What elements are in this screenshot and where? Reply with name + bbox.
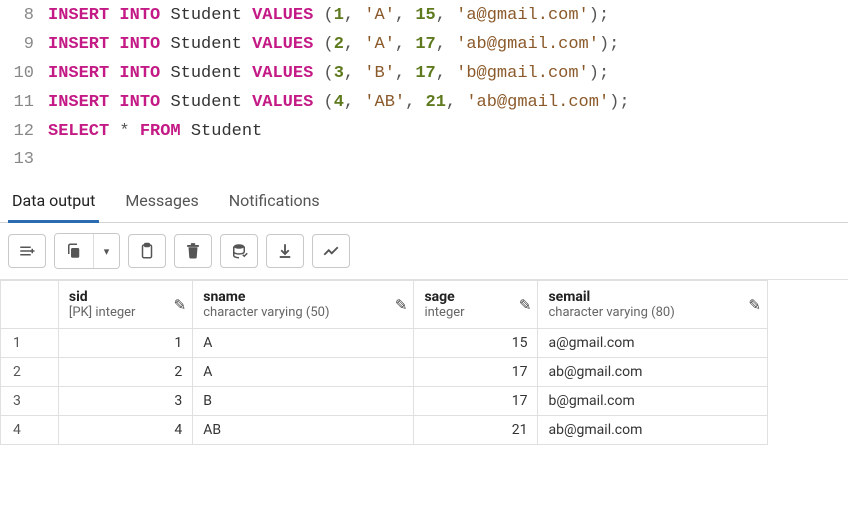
code-line[interactable]: 13 [0,146,848,175]
code-content[interactable]: INSERT INTO Student VALUES (4, 'AB', 21,… [48,89,848,118]
cell-sname[interactable]: AB [193,416,414,445]
tab-data-output[interactable]: Data output [8,183,99,223]
download-button[interactable] [266,234,304,268]
cell-sage[interactable]: 17 [414,387,538,416]
table-row[interactable]: 44AB21ab@gmail.com [1,416,768,445]
cell-sage[interactable]: 15 [414,329,538,358]
row-number: 3 [1,387,59,416]
row-number: 4 [1,416,59,445]
line-number: 13 [0,146,48,175]
copy-group: ▾ [54,233,120,269]
code-line[interactable]: 12SELECT * FROM Student [0,118,848,147]
paste-button[interactable] [128,234,166,268]
table-row[interactable]: 22A17ab@gmail.com [1,358,768,387]
cell-sid[interactable]: 2 [58,358,192,387]
column-header-sid[interactable]: sid[PK] integer✎ [58,281,192,329]
chart-button[interactable] [312,234,350,268]
cell-sname[interactable]: A [193,358,414,387]
table-row[interactable]: 11A15a@gmail.com [1,329,768,358]
result-tabs: Data output Messages Notifications [0,183,848,223]
pencil-icon[interactable]: ✎ [395,296,408,314]
line-number: 9 [0,31,48,60]
data-grid[interactable]: sid[PK] integer✎snamecharacter varying (… [0,279,848,445]
code-line[interactable]: 9INSERT INTO Student VALUES (2, 'A', 17,… [0,31,848,60]
line-number: 10 [0,60,48,89]
add-row-button[interactable] [8,234,46,268]
cell-semail[interactable]: b@gmail.com [538,387,768,416]
pencil-icon[interactable]: ✎ [748,296,761,314]
row-number: 2 [1,358,59,387]
cell-sid[interactable]: 4 [58,416,192,445]
save-data-button[interactable] [220,234,258,268]
code-content[interactable]: INSERT INTO Student VALUES (1, 'A', 15, … [48,2,848,31]
cell-sname[interactable]: B [193,387,414,416]
cell-sname[interactable]: A [193,329,414,358]
tab-notifications[interactable]: Notifications [225,183,324,223]
chevron-down-icon: ▾ [104,245,110,258]
line-number: 8 [0,2,48,31]
column-header-sname[interactable]: snamecharacter varying (50)✎ [193,281,414,329]
column-header-sage[interactable]: sageinteger✎ [414,281,538,329]
pencil-icon[interactable]: ✎ [519,296,532,314]
code-content[interactable]: INSERT INTO Student VALUES (3, 'B', 17, … [48,60,848,89]
code-line[interactable]: 11INSERT INTO Student VALUES (4, 'AB', 2… [0,89,848,118]
row-number: 1 [1,329,59,358]
pencil-icon[interactable]: ✎ [174,296,187,314]
copy-button[interactable] [55,234,93,268]
cell-semail[interactable]: ab@gmail.com [538,358,768,387]
line-number: 12 [0,118,48,147]
row-number-header [1,281,59,329]
delete-button[interactable] [174,234,212,268]
sql-editor[interactable]: 8INSERT INTO Student VALUES (1, 'A', 15,… [0,0,848,183]
code-line[interactable]: 8INSERT INTO Student VALUES (1, 'A', 15,… [0,2,848,31]
table-row[interactable]: 33B17b@gmail.com [1,387,768,416]
code-content[interactable]: INSERT INTO Student VALUES (2, 'A', 17, … [48,31,848,60]
cell-sid[interactable]: 3 [58,387,192,416]
line-number: 11 [0,89,48,118]
column-header-semail[interactable]: semailcharacter varying (80)✎ [538,281,768,329]
result-toolbar: ▾ [0,223,848,279]
cell-semail[interactable]: a@gmail.com [538,329,768,358]
cell-sage[interactable]: 21 [414,416,538,445]
copy-dropdown-button[interactable]: ▾ [93,234,119,268]
code-content[interactable]: SELECT * FROM Student [48,118,848,147]
cell-semail[interactable]: ab@gmail.com [538,416,768,445]
tab-messages[interactable]: Messages [121,183,202,223]
code-line[interactable]: 10INSERT INTO Student VALUES (3, 'B', 17… [0,60,848,89]
cell-sage[interactable]: 17 [414,358,538,387]
cell-sid[interactable]: 1 [58,329,192,358]
